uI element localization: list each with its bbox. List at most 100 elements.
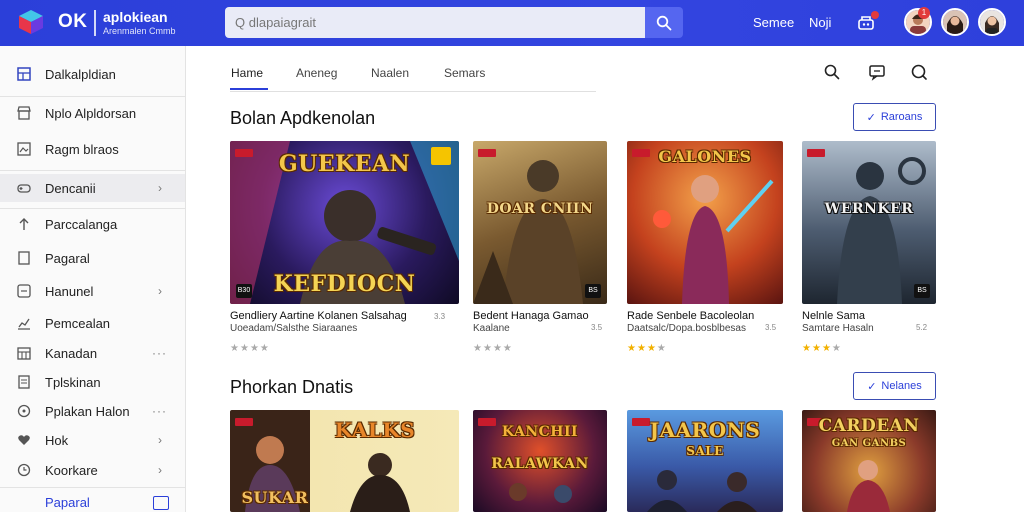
sidebar-item-label: Pplakan Halon: [45, 403, 130, 419]
brand-name: aplokiean: [103, 9, 168, 25]
game-card[interactable]: CARDEAN GAN GANBS: [802, 410, 936, 512]
sidebar-item-halon[interactable]: Pplakan Halon ···: [0, 397, 185, 425]
star-filled-icon: ★: [802, 343, 812, 354]
notification-dot: [871, 11, 879, 19]
sidebar-item-trending[interactable]: Parccalanga: [0, 210, 185, 238]
thumbnail-title: GUEKEAN: [278, 151, 411, 177]
tab-fourth[interactable]: Semars: [444, 66, 485, 80]
star-filled-icon: ★: [646, 343, 657, 354]
tab-home[interactable]: Hame: [231, 66, 263, 80]
sidebar-item-games[interactable]: Dencanii ›: [0, 174, 185, 202]
thumbnail-title: GALONES: [658, 147, 752, 166]
sidebar-item-history[interactable]: Koorkare ›: [0, 456, 185, 484]
sidebar-item-label: Hok: [45, 432, 69, 448]
sidebar-item-channels[interactable]: Hanunel ›: [0, 277, 185, 305]
sidebar-item-gallery[interactable]: Ragm blraos: [0, 135, 185, 163]
more-icon[interactable]: ···: [152, 404, 167, 418]
nav-link-first[interactable]: Semee: [753, 15, 794, 30]
sidebar-item-analytics[interactable]: Pemcealan: [0, 309, 185, 337]
card-subtitle: Uoeadam/Salsthe Siaraanes: [230, 323, 358, 334]
sidebar-bottom-link[interactable]: Paparal: [0, 486, 185, 512]
card-subtitle: Daatsalc/Dopa.bosblbesas: [627, 323, 746, 334]
card-title[interactable]: Bedent Hanaga Gamao: [473, 310, 589, 322]
file-icon: [18, 251, 30, 265]
star-empty-icon: ★: [249, 343, 260, 354]
game-thumbnail[interactable]: WERNKER BS: [802, 141, 936, 304]
section-action-button[interactable]: ✓ Nelanes: [853, 372, 936, 400]
table-icon: [17, 347, 31, 360]
game-card[interactable]: JAARONS SALE: [627, 410, 783, 512]
thumbnail-subtitle: KEFDIOCN: [273, 271, 416, 297]
search-icon[interactable]: [823, 63, 841, 81]
sidebar-divider: [0, 208, 185, 209]
logo-text[interactable]: OK: [58, 11, 88, 33]
nav-link-second[interactable]: Noji: [809, 15, 831, 30]
game-thumbnail[interactable]: JAARONS SALE: [627, 410, 783, 512]
game-thumbnail[interactable]: GALONES: [627, 141, 783, 304]
star-empty-icon: ★: [831, 343, 842, 354]
avatar[interactable]: [941, 8, 969, 36]
game-card[interactable]: KANCHII RALAWKAN: [473, 410, 607, 512]
tab-third[interactable]: Naalen: [371, 66, 409, 80]
check-icon: ✓: [867, 380, 877, 393]
search-button[interactable]: [645, 7, 683, 38]
section-action-button[interactable]: ✓ Raroans: [853, 103, 936, 131]
sidebar-item-favorites[interactable]: Hok ›: [0, 426, 185, 454]
card-subtitle: Samtare Hasaln: [802, 323, 874, 334]
search-input[interactable]: [235, 15, 645, 30]
game-card[interactable]: WERNKER BS Nelnle Sama Samtare Hasaln 5.…: [802, 141, 936, 356]
star-filled-icon: ★: [821, 343, 832, 354]
message-icon[interactable]: [868, 63, 886, 81]
card-title[interactable]: Gendliery Aartine Kolanen Salsahag: [230, 310, 407, 322]
brand-subtitle: Arenmalen Cmmb: [103, 26, 176, 36]
tab-second[interactable]: Aneneg: [296, 66, 337, 80]
game-art: [847, 460, 890, 512]
card-meta: 3.5: [591, 323, 603, 332]
game-art: [473, 160, 583, 304]
thumbnail-badge: BS: [585, 284, 601, 298]
game-card[interactable]: GUEKEAN KEFDIOCN B30 Gendliery Aartine K…: [230, 141, 459, 356]
game-card[interactable]: GALONES Rade Senbele Bacoleolan Daatsalc…: [627, 141, 783, 356]
sidebar-item-calendar[interactable]: Kanadan ···: [0, 339, 185, 367]
game-thumbnail[interactable]: KALKS SUKAR: [230, 410, 459, 512]
game-card[interactable]: KALKS SUKAR: [230, 410, 459, 512]
card-title[interactable]: Rade Senbele Bacoleolan: [627, 310, 754, 322]
sidebar-item-label: Pemcealan: [45, 315, 111, 331]
rating-stars: ★★★★: [473, 343, 513, 354]
thumbnail-subtitle: SUKAR: [241, 488, 309, 507]
star-filled-icon: ★: [636, 343, 647, 354]
game-thumbnail[interactable]: DOAR CNIIN BS: [473, 141, 607, 304]
sidebar-item-label: Parccalanga: [45, 216, 118, 232]
star-empty-icon: ★: [656, 343, 667, 354]
star-empty-icon: ★: [230, 343, 240, 354]
chevron-right-icon: ›: [158, 433, 162, 447]
sidebar-item-dashboard[interactable]: Dalkalpldian: [0, 60, 185, 88]
game-thumbnail[interactable]: CARDEAN GAN GANBS: [802, 410, 936, 512]
check-icon: ✓: [866, 111, 876, 124]
avatar[interactable]: [978, 8, 1006, 36]
image-icon: [17, 142, 31, 156]
game-thumbnail[interactable]: GUEKEAN KEFDIOCN B30: [230, 141, 459, 304]
search-alt-icon[interactable]: [910, 63, 928, 81]
collapse-icon[interactable]: [153, 496, 169, 510]
sidebar-bottom-label: Paparal: [45, 495, 90, 510]
star-empty-icon: ★: [482, 343, 493, 354]
sidebar-item-label: Dencanii: [45, 180, 96, 196]
game-card[interactable]: DOAR CNIIN BS Bedent Hanaga Gamao Kaalan…: [473, 141, 607, 356]
sidebar-item-pages[interactable]: Pagaral: [0, 244, 185, 272]
avatar-badge: 1: [918, 7, 930, 19]
box-icon: [17, 284, 31, 298]
star-empty-icon: ★: [239, 343, 250, 354]
logo-icon[interactable]: [16, 7, 46, 37]
rating-stars: ★★★★: [802, 343, 842, 354]
sidebar-item-store[interactable]: Nplo Alpldorsan: [0, 99, 185, 127]
card-title[interactable]: Nelnle Sama: [802, 310, 865, 322]
star-empty-icon: ★: [259, 343, 270, 354]
grid-icon: [17, 67, 31, 81]
thumbnail-tag: [235, 418, 253, 426]
doc-icon: [18, 375, 30, 389]
game-thumbnail[interactable]: KANCHII RALAWKAN: [473, 410, 607, 512]
star-empty-icon: ★: [492, 343, 503, 354]
sidebar-item-templates[interactable]: Tplskinan: [0, 368, 185, 396]
more-icon[interactable]: ···: [152, 346, 167, 360]
